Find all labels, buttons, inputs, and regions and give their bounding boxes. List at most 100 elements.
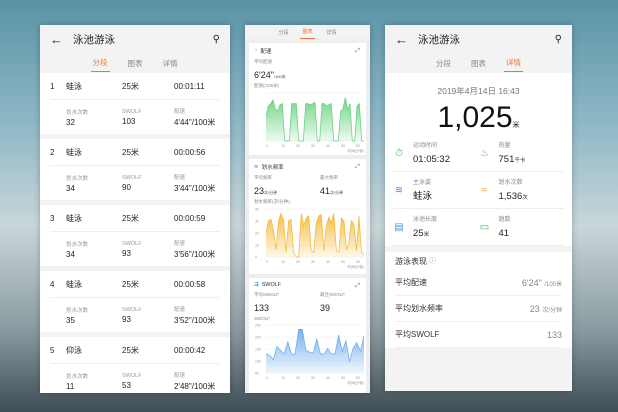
segment-number: 2 (50, 147, 55, 157)
strokes-value: 11 (66, 381, 75, 391)
pace-label: 配速 (174, 306, 186, 313)
tab-bar: 分段 图表 详情 (245, 25, 370, 39)
stat-label: 热量 (498, 142, 511, 149)
strokes-label: 划水次数 (66, 241, 89, 248)
swolf-chart: 50 100 150 200 250 0 10 20 30 40 50 60时间(分钟) (255, 324, 365, 385)
stat-label: 趟数 (498, 216, 511, 223)
segment-distance: 25米 (122, 345, 139, 355)
avg-value: 6'24" (254, 70, 274, 80)
pace-label: 配速 (174, 108, 186, 115)
y-tick-label: 10 (255, 244, 259, 248)
strokes-value: 34 (66, 249, 75, 259)
pool-icon: ▤ (394, 221, 404, 233)
segment-row: 4 蛙泳 25米 00:00:58 划水次数 35 SWOLF 93 配速 3'52"/100米 (40, 271, 230, 332)
stat-item: ▭ 趟数 41 (478, 209, 564, 246)
x-tick-label: 10 (281, 144, 285, 148)
stats-grid: ⏱ 运动时间 01:05:32 ♨ 热量 751千卡 ≋ 主泳姿 蛙泳 ≈ 划水次数 1,536次 ▤ 泳… (385, 135, 572, 246)
expand-icon[interactable]: ⤢ (355, 164, 360, 171)
page-title: 泳池游泳 (73, 33, 115, 46)
tab-charts[interactable]: 图表 (126, 55, 145, 72)
stat-unit: 米 (423, 231, 430, 238)
tab-segments[interactable]: 分段 (90, 54, 110, 72)
x-tick-label: 30 (311, 376, 315, 380)
segment-row: 3 蛙泳 25米 00:00:59 划水次数 34 SWOLF 93 配速 3'56"/100米 (40, 205, 230, 266)
y-tick-label: 150 (255, 348, 261, 352)
stat-value: 41 (498, 227, 510, 239)
segment-time: 00:00:56 (174, 147, 206, 157)
y-tick-label: 20 (255, 232, 259, 236)
swolf-label: SWOLF (122, 108, 142, 115)
header: ← 泳池游泳 ⚲ (40, 25, 230, 53)
expand-icon[interactable]: ⤢ (355, 48, 360, 55)
pace-label: 配速 (174, 174, 186, 181)
segment-row: 2 蛙泳 25米 00:00:56 划水次数 34 SWOLF 90 配速 3'44"/100米 (40, 139, 230, 200)
stat-item: ⏱ 运动时间 01:05:32 (393, 135, 479, 172)
x-tick-label: 60 (356, 260, 360, 264)
tab-details[interactable]: 详情 (325, 26, 339, 39)
unit: 次/分钟 (330, 190, 344, 195)
tab-segments[interactable]: 分段 (434, 55, 453, 72)
strokes-label: 划水次数 (66, 307, 89, 314)
route-icon[interactable]: ⚲ (555, 34, 562, 45)
pace-chart: 0 10 20 30 40 50 60时间(分钟) (265, 92, 364, 153)
tab-charts[interactable]: 图表 (300, 25, 315, 39)
swim-stroke-icon: ≋ (394, 184, 404, 196)
x-tick-label: 60 (356, 376, 360, 380)
stat-unit: 千卡 (514, 157, 526, 164)
segment-distance: 25米 (122, 279, 139, 289)
performance-section: 游泳表现 ⓘ 平均配速 6'24" /100米 平均划水频率 23 次/分钟 平均SWO… (385, 252, 572, 348)
x-tick-label: 20 (296, 376, 300, 380)
section-title: 游泳表现 (395, 256, 427, 266)
unit: 次/分钟 (264, 190, 278, 195)
card-title: SWOLF (261, 282, 282, 288)
x-tick-label: 50 (341, 376, 345, 380)
swolf-label: SWOLF (122, 240, 142, 247)
x-tick-label: 40 (326, 260, 330, 264)
workout-date: 2019年4月14日 16:43 (437, 86, 520, 96)
avg-label: 平均SWOLF (254, 292, 280, 297)
back-arrow-icon[interactable]: ← (395, 32, 408, 47)
stopwatch-icon: ⏱ (395, 147, 403, 159)
info-icon[interactable]: ⓘ (429, 256, 436, 266)
x-axis-label: 时间(分钟) (348, 380, 364, 385)
tab-details[interactable]: 详情 (504, 54, 523, 72)
perf-value: 6'24" (521, 277, 542, 288)
y-tick-label: 0 (255, 256, 257, 260)
tab-details[interactable]: 详情 (161, 55, 180, 72)
back-arrow-icon[interactable]: ← (50, 32, 63, 47)
x-tick-label: 0 (266, 376, 268, 380)
swolf-value: 93 (122, 314, 131, 324)
pace-value: 2'48"/100米 (174, 381, 216, 391)
max-value: 41 (320, 186, 331, 196)
segment-number: 1 (50, 81, 55, 91)
strokes-value: 35 (66, 315, 75, 325)
segment-time: 00:00:59 (174, 213, 206, 223)
stat-item: ♨ 热量 751千卡 (478, 135, 564, 172)
tab-bar: 分段 图表 详情 (40, 53, 230, 73)
best-value: 39 (320, 303, 331, 313)
pace-label: 配速 (174, 372, 186, 379)
x-tick-label: 20 (296, 144, 300, 148)
tab-charts[interactable]: 图表 (469, 55, 488, 72)
stat-value: 25 (413, 227, 424, 239)
x-tick-label: 30 (311, 144, 315, 148)
unit: /100米 (273, 74, 286, 79)
strokes-label: 划水次数 (66, 175, 89, 182)
flame-icon: ♨ (480, 147, 489, 159)
expand-icon[interactable]: ⤢ (355, 283, 360, 290)
distance-unit: 米 (512, 122, 520, 129)
card-title: 划水频率 (261, 165, 284, 171)
tab-segments[interactable]: 分段 (276, 26, 290, 39)
swolf-value: 103 (122, 116, 136, 126)
x-tick-label: 0 (266, 144, 268, 148)
strokes-value: 34 (66, 183, 75, 193)
route-icon[interactable]: ⚲ (213, 34, 220, 45)
y-tick-label: 40 (255, 208, 259, 212)
strokes-label: 划水次数 (66, 373, 89, 380)
segment-stroke: 蛙泳 (66, 81, 82, 91)
y-tick-label: 250 (255, 324, 261, 328)
segment-number: 4 (50, 279, 55, 289)
pace-value: 3'44"/100米 (174, 183, 216, 193)
stat-item: ≋ 主泳姿 蛙泳 (393, 172, 479, 209)
x-tick-label: 40 (326, 376, 330, 380)
